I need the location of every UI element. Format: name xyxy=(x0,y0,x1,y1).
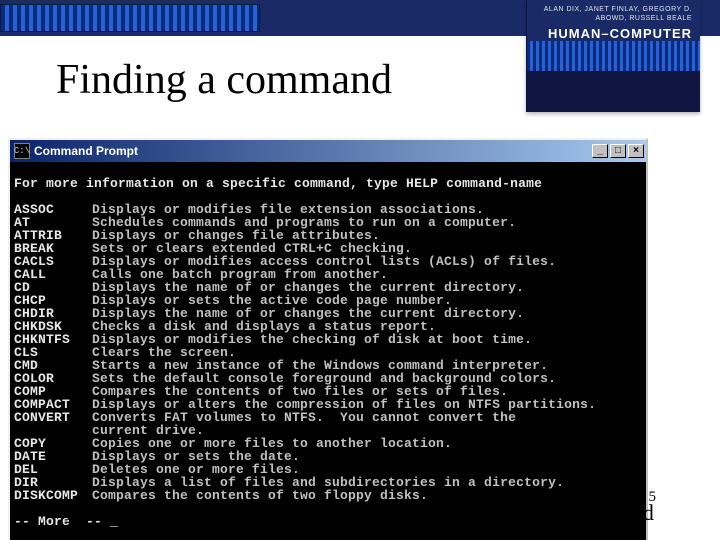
title-bar-buttons: _ □ × xyxy=(592,144,644,158)
book-cover: ALAN DIX, JANET FINLAY, GREGORY D. ABOWD… xyxy=(526,0,700,112)
slide-heading: Finding a command xyxy=(56,56,392,104)
maximize-button[interactable]: □ xyxy=(610,144,626,158)
terminal-intro: For more information on a specific comma… xyxy=(14,177,642,190)
close-button[interactable]: × xyxy=(628,144,644,158)
book-authors: ALAN DIX, JANET FINLAY, GREGORY D. ABOWD… xyxy=(535,6,692,24)
book-title-line1: HUMAN–COMPUTER xyxy=(535,26,692,42)
command-prompt-window: C:\ Command Prompt _ □ × For more inform… xyxy=(8,138,648,540)
terminal-output[interactable]: For more information on a specific comma… xyxy=(10,162,646,540)
app-icon: C:\ xyxy=(14,143,30,159)
decorative-strip xyxy=(0,4,260,32)
title-bar[interactable]: C:\ Command Prompt _ □ × xyxy=(10,140,646,162)
slide-caption: In unix we’d use “man –k” to find comman… xyxy=(0,500,720,526)
window-title: Command Prompt xyxy=(34,144,592,158)
book-cover-band xyxy=(527,41,700,71)
minimize-button[interactable]: _ xyxy=(592,144,608,158)
command-name: CONVERT xyxy=(14,411,92,424)
